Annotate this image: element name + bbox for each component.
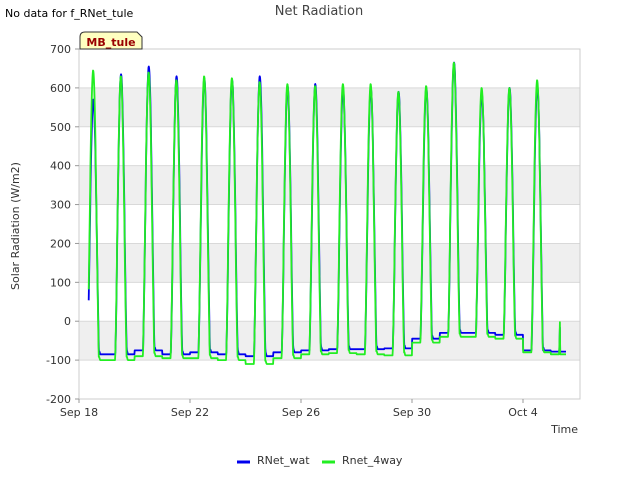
y-tick-label: -100 — [46, 354, 71, 367]
net-radiation-chart: Net Radiation -200 -100 0 100 200 300 400 500 60… — [9, 4, 581, 467]
y-tick-label: 0 — [64, 315, 71, 328]
plot-band — [79, 165, 580, 205]
y-tick-label: 400 — [50, 160, 71, 173]
site-label-tag: MB_tule — [79, 31, 143, 50]
x-tick-label: Sep 30 — [393, 406, 431, 419]
legend-item-rnet-4way: Rnet_4way — [322, 454, 403, 467]
y-tick-label: 300 — [50, 199, 71, 212]
legend: RNet_wat Rnet_4way — [237, 454, 403, 467]
legend-item-rnet-wat: RNet_wat — [237, 454, 310, 467]
y-tick-label: 100 — [50, 276, 71, 289]
y-tick-label: 600 — [50, 82, 71, 95]
chart-title: Net Radiation — [275, 4, 363, 19]
y-axis-label: Solar Radiation (W/m2) — [9, 162, 22, 290]
y-tick-label: 500 — [50, 121, 71, 134]
y-axis: -200 -100 0 100 200 300 400 500 600 700 — [46, 43, 79, 406]
x-tick-label: Sep 18 — [60, 406, 98, 419]
x-tick-label: Oct 4 — [508, 406, 538, 419]
y-tick-label: 200 — [50, 237, 71, 250]
y-tick-label: 700 — [50, 43, 71, 56]
y-tick-label: -200 — [46, 393, 71, 406]
x-tick-label: Sep 22 — [171, 406, 209, 419]
legend-label-rnet-4way: Rnet_4way — [342, 454, 403, 467]
x-axis: Sep 18 Sep 22 Sep 26 Sep 30 Oct 4 — [60, 399, 538, 419]
site-label: MB_tule — [86, 36, 135, 49]
x-tick-label: Sep 26 — [282, 406, 320, 419]
x-axis-label: Time — [550, 423, 578, 436]
plot-band — [79, 87, 580, 127]
legend-label-rnet-wat: RNet_wat — [257, 454, 310, 467]
